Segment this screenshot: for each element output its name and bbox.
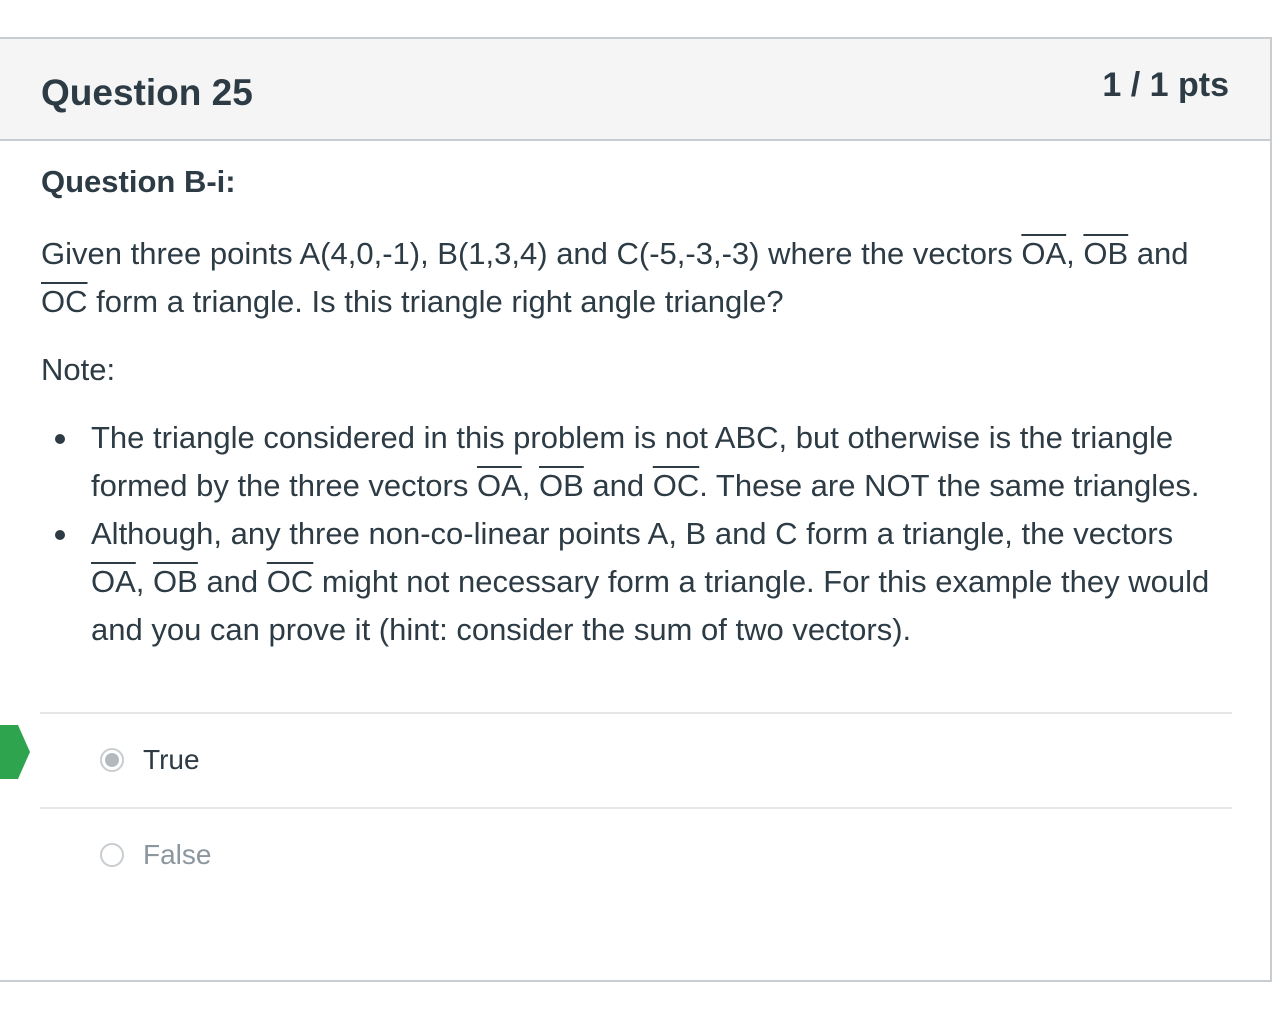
vector-oc: OC — [41, 284, 88, 319]
vector-oa: OA — [1021, 236, 1067, 271]
conjunction: and — [583, 468, 653, 503]
vector-oc: OC — [652, 468, 700, 503]
vector-oa: OA — [91, 564, 136, 599]
vector-oc: OC — [266, 564, 314, 599]
question-subheading: Question B-i: — [41, 164, 236, 199]
radio-button[interactable] — [100, 843, 124, 867]
answer-label: True — [143, 744, 200, 775]
note-text-part: Although, any three non-co-linear points… — [91, 516, 1174, 551]
bullet-icon — [55, 434, 65, 444]
vector-ob: OB — [1083, 236, 1129, 271]
correct-answer-flag-icon — [0, 725, 30, 779]
question-title: Question 25 — [41, 72, 253, 113]
correct-flag-shape — [0, 725, 30, 779]
question-text-part: form a triangle. Is this triangle right … — [87, 284, 784, 319]
answer-true[interactable]: True — [40, 712, 1232, 807]
note-item: Although, any three non-co-linear points… — [55, 510, 1233, 654]
question-text: Question B-i: Given three points A(4,0,-… — [41, 150, 1233, 654]
bullet-icon — [55, 530, 65, 540]
radio-button-selected[interactable] — [100, 748, 124, 772]
note-label: Note: — [41, 352, 116, 387]
separator: , — [135, 564, 154, 599]
vector-ob: OB — [539, 468, 584, 503]
vector-oa: OA — [476, 468, 522, 503]
note-item: The triangle considered in this problem … — [55, 414, 1233, 510]
answer-list: True False — [40, 712, 1232, 902]
answer-label: False — [143, 839, 212, 870]
separator: , — [1066, 236, 1084, 271]
answer-false[interactable]: False — [40, 807, 1232, 902]
note-text-part: . These are NOT the same triangles. — [699, 468, 1200, 503]
conjunction: and — [197, 564, 267, 599]
question-text-part: Given three points A(4,0,-1), B(1,3,4) a… — [41, 236, 1022, 271]
separator: , — [521, 468, 539, 503]
conjunction: and — [1128, 236, 1189, 271]
question-header: Question 25 1 / 1 pts — [0, 39, 1270, 141]
vector-ob: OB — [153, 564, 198, 599]
note-list: The triangle considered in this problem … — [41, 414, 1233, 654]
question-paragraph: Given three points A(4,0,-1), B(1,3,4) a… — [41, 230, 1233, 326]
points-display: 1 / 1 pts — [1102, 66, 1229, 104]
